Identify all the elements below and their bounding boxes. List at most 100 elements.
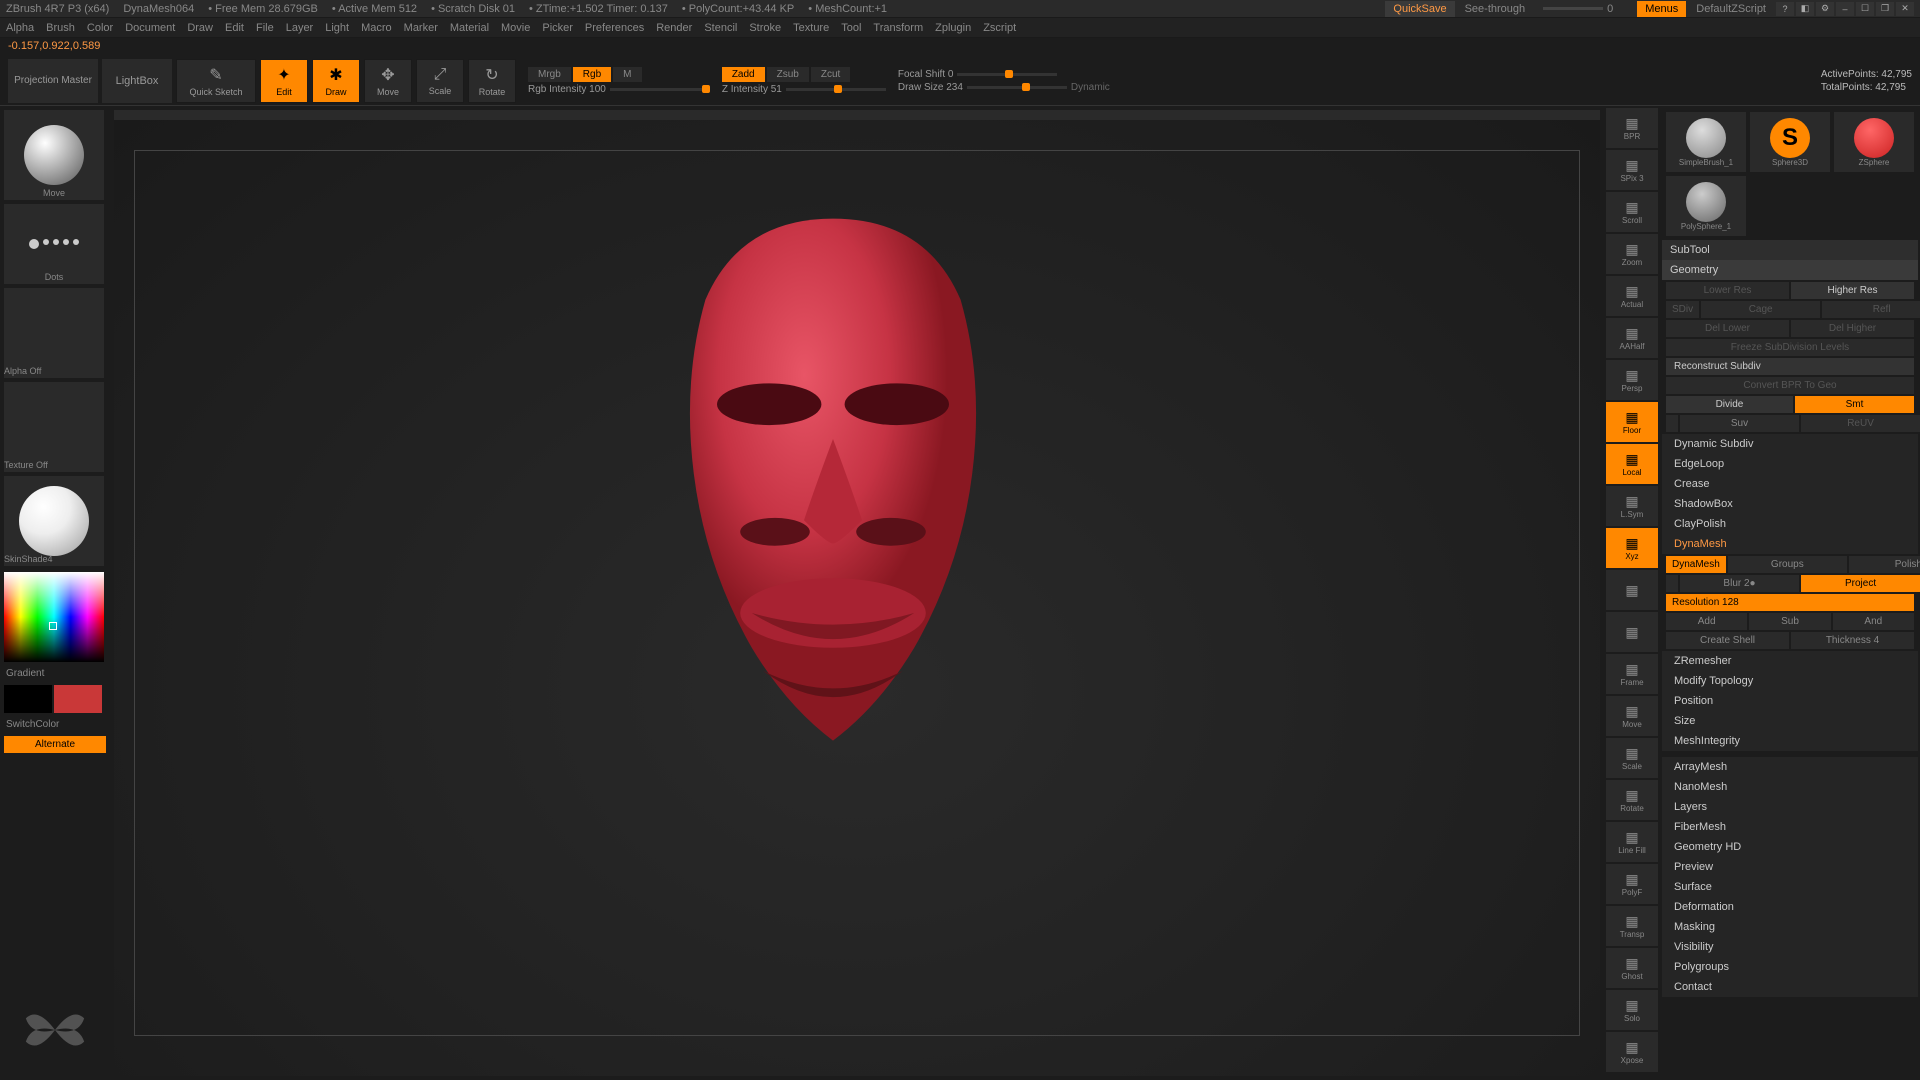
edgeloop-header[interactable]: EdgeLoop <box>1662 454 1918 474</box>
project-button[interactable]: Project <box>1801 575 1920 592</box>
menu-zscript[interactable]: Zscript <box>983 22 1016 34</box>
focal-shift-slider[interactable] <box>957 73 1057 76</box>
preview-header[interactable]: Preview <box>1662 857 1918 877</box>
minimize-icon[interactable]: – <box>1836 2 1854 16</box>
menu-material[interactable]: Material <box>450 22 489 34</box>
menu-stroke[interactable]: Stroke <box>749 22 781 34</box>
settings-icon[interactable]: ⚙ <box>1816 2 1834 16</box>
viewport-tool-bpr[interactable]: ▦BPR <box>1606 108 1658 148</box>
brush-selector[interactable]: Move <box>4 110 104 200</box>
viewport-tool-xpose[interactable]: ▦Xpose <box>1606 1032 1658 1072</box>
viewport-tool-zoom[interactable]: ▦Zoom <box>1606 234 1658 274</box>
menu-edit[interactable]: Edit <box>225 22 244 34</box>
color-icon[interactable]: ◧ <box>1796 2 1814 16</box>
layers-header[interactable]: Layers <box>1662 797 1918 817</box>
m-button[interactable]: M <box>613 67 641 82</box>
menu-brush[interactable]: Brush <box>46 22 75 34</box>
alpha-selector[interactable]: Alpha Off <box>4 288 104 378</box>
create-shell-button[interactable]: Create Shell <box>1666 632 1789 649</box>
seethrough-slider[interactable]: See-through 0 <box>1459 1 1634 17</box>
menu-file[interactable]: File <box>256 22 274 34</box>
viewport-tool-spix-3[interactable]: ▦SPix 3 <box>1606 150 1658 190</box>
default-zscript[interactable]: DefaultZScript <box>1690 1 1772 17</box>
claypolish-header[interactable]: ClayPolish <box>1662 514 1918 534</box>
menu-picker[interactable]: Picker <box>542 22 573 34</box>
viewport-tool-frame[interactable]: ▦Frame <box>1606 654 1658 694</box>
menu-draw[interactable]: Draw <box>187 22 213 34</box>
z-intensity-label[interactable]: Z Intensity 51 <box>722 84 782 95</box>
freeze-subdiv-button[interactable]: Freeze SubDivision Levels <box>1666 339 1914 356</box>
viewport-tool-blank[interactable]: ▦ <box>1606 570 1658 610</box>
menu-movie[interactable]: Movie <box>501 22 530 34</box>
menu-render[interactable]: Render <box>656 22 692 34</box>
deformation-header[interactable]: Deformation <box>1662 897 1918 917</box>
edit-button[interactable]: ✦Edit <box>260 59 308 103</box>
fibermesh-header[interactable]: FiberMesh <box>1662 817 1918 837</box>
draw-size-slider[interactable] <box>967 86 1067 89</box>
resolution-slider[interactable]: Resolution 128 <box>1666 594 1914 611</box>
viewport-tool-floor[interactable]: ▦Floor <box>1606 402 1658 442</box>
draw-size-label[interactable]: Draw Size 234 <box>898 82 963 93</box>
quicksave-button[interactable]: QuickSave <box>1385 1 1454 17</box>
tool-thumb-simplebrush[interactable]: SimpleBrush_1 <box>1666 112 1746 172</box>
zadd-button[interactable]: Zadd <box>722 67 765 82</box>
menu-color[interactable]: Color <box>87 22 113 34</box>
polygroups-header[interactable]: Polygroups <box>1662 957 1918 977</box>
alternate-button[interactable]: Alternate <box>4 736 106 753</box>
nanomesh-header[interactable]: NanoMesh <box>1662 777 1918 797</box>
projection-master-button[interactable]: Projection Master <box>8 59 98 103</box>
position-header[interactable]: Position <box>1662 691 1918 711</box>
viewport-tool-move[interactable]: ▦Move <box>1606 696 1658 736</box>
close-icon[interactable]: ✕ <box>1896 2 1914 16</box>
dynamesh-header[interactable]: DynaMesh <box>1662 534 1918 554</box>
material-selector[interactable]: SkinShade4 <box>4 476 104 566</box>
refl-button[interactable]: Refl <box>1822 301 1920 318</box>
viewport-tool-l.sym[interactable]: ▦L.Sym <box>1606 486 1658 526</box>
draw-button[interactable]: ✱Draw <box>312 59 360 103</box>
primary-color-swatch[interactable] <box>54 685 102 713</box>
maximize-icon[interactable]: ☐ <box>1856 2 1874 16</box>
lower-res-button[interactable]: Lower Res <box>1666 282 1789 299</box>
thickness-slider[interactable]: Thickness 4 <box>1791 632 1914 649</box>
rgb-intensity-slider[interactable] <box>610 88 710 91</box>
viewport-tool-line-fill[interactable]: ▦Line Fill <box>1606 822 1658 862</box>
zsub-button[interactable]: Zsub <box>767 67 809 82</box>
visibility-header[interactable]: Visibility <box>1662 937 1918 957</box>
groups-button[interactable]: Groups <box>1728 556 1847 573</box>
viewport-tool-solo[interactable]: ▦Solo <box>1606 990 1658 1030</box>
z-intensity-slider[interactable] <box>786 88 886 91</box>
menu-marker[interactable]: Marker <box>404 22 438 34</box>
blur-slider[interactable]: Blur 2● <box>1680 575 1799 592</box>
viewport-tool-aahalf[interactable]: ▦AAHalf <box>1606 318 1658 358</box>
color-marker[interactable] <box>49 622 57 630</box>
menu-layer[interactable]: Layer <box>286 22 314 34</box>
sdiv-slider[interactable]: SDiv <box>1666 301 1699 318</box>
geometry-header[interactable]: Geometry <box>1662 260 1918 280</box>
help-icon[interactable]: ? <box>1776 2 1794 16</box>
scale-button[interactable]: ⤢Scale <box>416 59 464 103</box>
viewport-tool-local[interactable]: ▦Local <box>1606 444 1658 484</box>
higher-res-button[interactable]: Higher Res <box>1791 282 1914 299</box>
viewport-tool-xyz[interactable]: ▦Xyz <box>1606 528 1658 568</box>
canvas-ruler[interactable] <box>114 110 1600 120</box>
shadowbox-header[interactable]: ShadowBox <box>1662 494 1918 514</box>
reuv-button[interactable]: ReUV <box>1801 415 1920 432</box>
suv-button[interactable]: Suv <box>1680 415 1799 432</box>
rgb-button[interactable]: Rgb <box>573 67 611 82</box>
focal-shift-label[interactable]: Focal Shift 0 <box>898 69 954 80</box>
and-button[interactable]: And <box>1833 613 1914 630</box>
lightbox-button[interactable]: LightBox <box>102 59 172 103</box>
menus-button[interactable]: Menus <box>1637 1 1686 17</box>
tool-thumb-polysphere[interactable]: PolySphere_1 <box>1666 176 1746 236</box>
reconstruct-subdiv-button[interactable]: Reconstruct Subdiv <box>1666 358 1914 375</box>
menu-preferences[interactable]: Preferences <box>585 22 644 34</box>
texture-selector[interactable]: Texture Off <box>4 382 104 472</box>
mrgb-button[interactable]: Mrgb <box>528 67 571 82</box>
menu-light[interactable]: Light <box>325 22 349 34</box>
rgb-intensity-label[interactable]: Rgb Intensity 100 <box>528 84 606 95</box>
menu-stencil[interactable]: Stencil <box>704 22 737 34</box>
menu-tool[interactable]: Tool <box>841 22 861 34</box>
stroke-selector[interactable]: Dots <box>4 204 104 284</box>
dynamic-subdiv-header[interactable]: Dynamic Subdiv <box>1662 434 1918 454</box>
smt-button[interactable]: Smt <box>1795 396 1914 413</box>
